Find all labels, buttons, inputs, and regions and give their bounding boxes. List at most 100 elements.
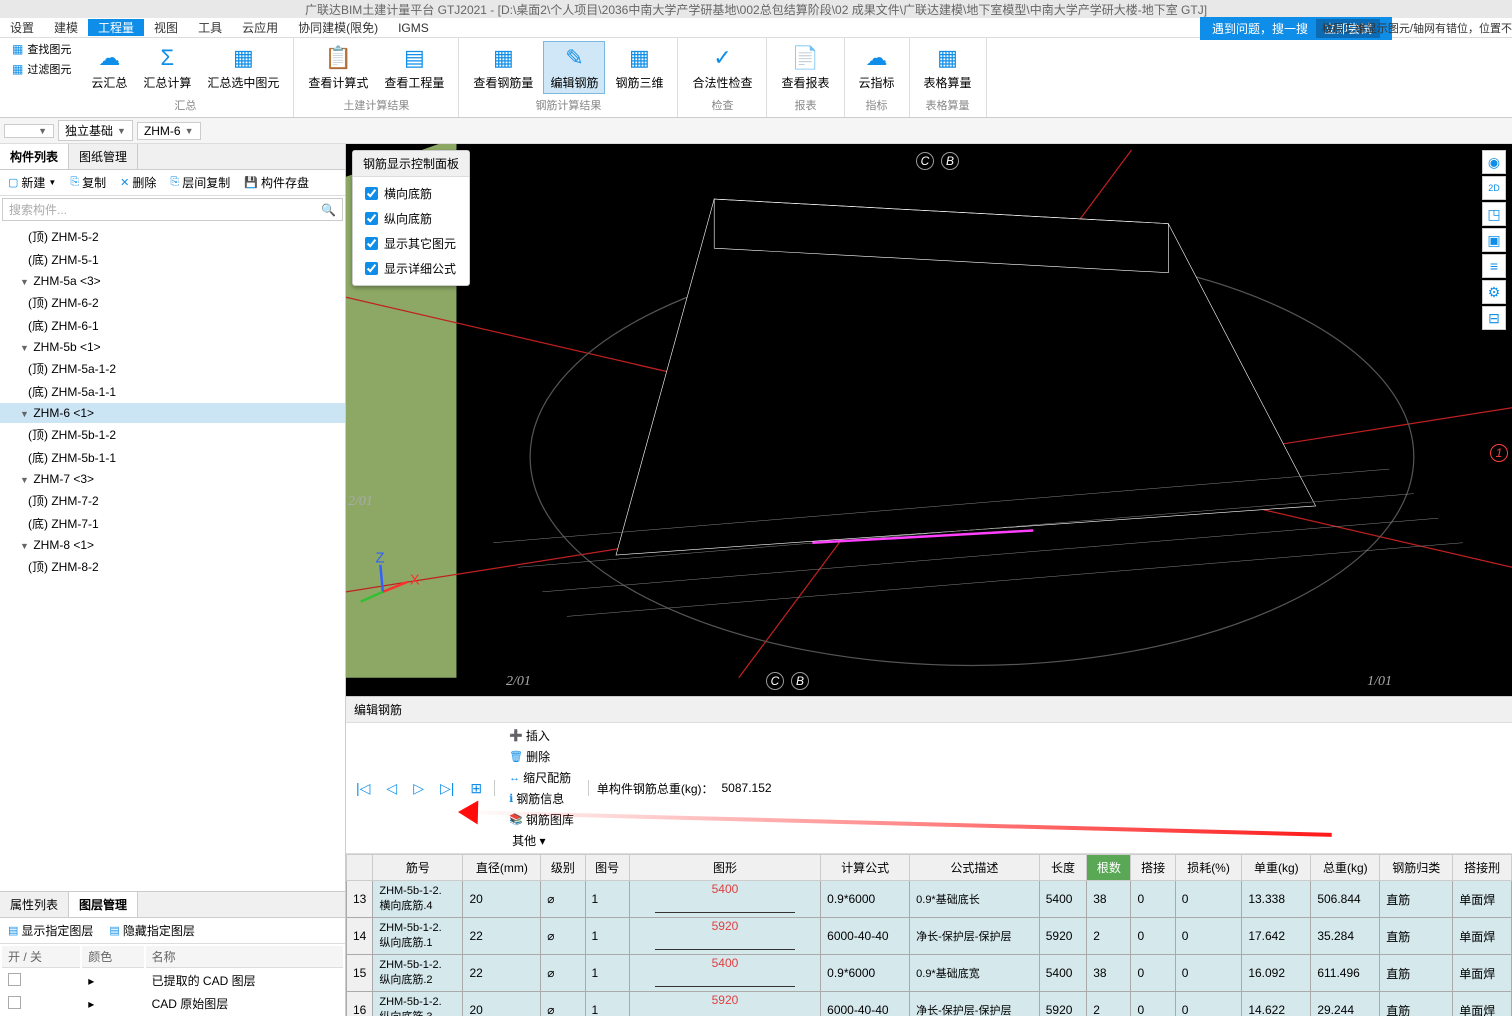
menu-7[interactable]: IGMS xyxy=(388,21,439,35)
rebar-tb-其他[interactable]: 其他 ▾ xyxy=(503,830,580,851)
rebar-header[interactable]: 计算公式 xyxy=(821,855,910,881)
menu-0[interactable]: 设置 xyxy=(0,19,44,36)
toolbar-btn-复制[interactable]: ⎘复制 xyxy=(64,172,112,193)
ribbon-btn-钢筋三维[interactable]: ▦钢筋三维 xyxy=(609,42,669,93)
rebar-header[interactable]: 图形 xyxy=(629,855,820,881)
rebar-tb-删除[interactable]: 🗑删除 xyxy=(503,746,580,767)
rebar-header[interactable]: 单重(kg) xyxy=(1242,855,1311,881)
toolbar-btn-层间复制[interactable]: ⎘层间复制 xyxy=(164,172,236,193)
rebar-header[interactable]: 损耗(%) xyxy=(1175,855,1242,881)
rebar-tb-钢筋图库[interactable]: 📚钢筋图库 xyxy=(503,809,580,830)
toolbar-btn-新建[interactable]: ▢新建 ▼ xyxy=(2,172,62,193)
tree-node[interactable]: (顶) ZHM-5a-1-2 xyxy=(0,357,345,380)
next-icon[interactable]: ▷ xyxy=(409,778,428,799)
ctrl-checkbox-item[interactable]: 显示详细公式 xyxy=(365,260,457,277)
bottom-tab-1[interactable]: 图层管理 xyxy=(69,892,138,917)
table-row[interactable]: 15ZHM-5b-1-2. 纵向底筋.222⌀154000.9*60000.9*… xyxy=(347,955,1512,992)
settings-icon[interactable]: ⚙ xyxy=(1482,280,1506,304)
ribbon-btn-云汇总[interactable]: ☁云汇总 xyxy=(85,42,133,93)
cube2-icon[interactable]: ▣ xyxy=(1482,228,1506,252)
checkbox[interactable] xyxy=(365,237,378,250)
ribbon-btn-汇总选中图元[interactable]: ▦汇总选中图元 xyxy=(201,42,285,93)
rebar-tb-缩尺配筋[interactable]: ↔缩尺配筋 xyxy=(503,767,580,788)
table-row[interactable]: 14ZHM-5b-1-2. 纵向底筋.122⌀159206000-40-40净长… xyxy=(347,918,1512,955)
last-icon[interactable]: ▷| xyxy=(436,778,458,799)
rebar-header[interactable]: 公式描述 xyxy=(910,855,1040,881)
tree-node[interactable]: ▼ ZHM-5b <1> xyxy=(0,337,345,357)
ctrl-checkbox-item[interactable]: 横向底筋 xyxy=(365,185,457,202)
cube-icon[interactable]: ◳ xyxy=(1482,202,1506,226)
view-2d-icon[interactable]: 2D xyxy=(1482,176,1506,200)
menu-1[interactable]: 建模 xyxy=(44,19,88,36)
rebar-header[interactable]: 总重(kg) xyxy=(1311,855,1380,881)
checkbox[interactable] xyxy=(365,212,378,225)
rebar-display-panel[interactable]: 钢筋显示控制面板 横向底筋纵向底筋显示其它图元显示详细公式 xyxy=(352,150,470,286)
menu-6[interactable]: 协同建模(限免) xyxy=(288,19,388,36)
add-icon[interactable]: ⊞ xyxy=(466,778,486,799)
combo-select[interactable]: ▼ xyxy=(4,124,54,138)
toolbar-btn-删除[interactable]: ✕删除 xyxy=(114,172,162,193)
toolbar-btn-构件存盘[interactable]: 💾构件存盘 xyxy=(238,172,315,193)
tree-node[interactable]: (顶) ZHM-5b-1-2 xyxy=(0,423,345,446)
tree-node[interactable]: (底) ZHM-6-1 xyxy=(0,314,345,337)
menu-5[interactable]: 云应用 xyxy=(232,19,288,36)
left-tab-1[interactable]: 图纸管理 xyxy=(69,144,138,169)
ribbon-small-btn[interactable]: ▦过滤图元 xyxy=(8,60,75,78)
component-tree[interactable]: (顶) ZHM-5-2(底) ZHM-5-1▼ ZHM-5a <3>(顶) ZH… xyxy=(0,223,345,891)
ribbon-btn-编辑钢筋[interactable]: ✎编辑钢筋 xyxy=(543,41,605,94)
rebar-header[interactable]: 搭接 xyxy=(1131,855,1175,881)
rebar-header[interactable]: 根数 xyxy=(1087,855,1131,881)
compass-icon[interactable]: ◉ xyxy=(1482,150,1506,174)
tree-node[interactable]: (顶) ZHM-8-2 xyxy=(0,555,345,578)
combo-select[interactable]: 独立基础▼ xyxy=(58,120,133,141)
ribbon-btn-查看工程量[interactable]: ▤查看工程量 xyxy=(378,42,450,93)
layer-toolbar-btn[interactable]: ▤显示指定图层 xyxy=(2,920,99,941)
bottom-tab-0[interactable]: 属性列表 xyxy=(0,892,69,917)
left-tab-0[interactable]: 构件列表 xyxy=(0,144,69,169)
tree-node[interactable]: (底) ZHM-7-1 xyxy=(0,512,345,535)
menu-2[interactable]: 工程量 xyxy=(88,19,144,36)
menu-3[interactable]: 视图 xyxy=(144,19,188,36)
rebar-header[interactable]: 图号 xyxy=(585,855,629,881)
rebar-header[interactable]: 搭接刑 xyxy=(1453,855,1512,881)
ribbon-small-btn[interactable]: ▦查找图元 xyxy=(8,40,75,58)
tree-node[interactable]: ▼ ZHM-8 <1> xyxy=(0,535,345,555)
minimize-icon[interactable]: ⊟ xyxy=(1482,306,1506,330)
checkbox[interactable] xyxy=(8,996,21,1009)
rebar-table[interactable]: 筋号直径(mm)级别图号图形计算公式公式描述长度根数搭接损耗(%)单重(kg)总… xyxy=(346,854,1512,1016)
ribbon-btn-查看报表[interactable]: 📄查看报表 xyxy=(775,42,835,93)
rebar-header[interactable]: 直径(mm) xyxy=(463,855,541,881)
ctrl-checkbox-item[interactable]: 显示其它图元 xyxy=(365,235,457,252)
search-input[interactable]: 搜索构件... 🔍 xyxy=(2,198,343,221)
rebar-header[interactable]: 筋号 xyxy=(373,855,463,881)
menu-4[interactable]: 工具 xyxy=(188,19,232,36)
layers-icon[interactable]: ≡ xyxy=(1482,254,1506,278)
ctrl-checkbox-item[interactable]: 纵向底筋 xyxy=(365,210,457,227)
3d-viewport[interactable]: X Z 钢筋显示控制面板 横向底筋纵向底筋显示其它图元显示详细公式 ◉ 2D ◳… xyxy=(346,144,1512,696)
rebar-header[interactable]: 长度 xyxy=(1039,855,1086,881)
ribbon-btn-云指标[interactable]: ☁云指标 xyxy=(853,42,901,93)
rebar-tb-钢筋信息[interactable]: ℹ钢筋信息 xyxy=(503,788,580,809)
table-row[interactable]: 16ZHM-5b-1-2. 纵向底筋.320⌀159206000-40-40净长… xyxy=(347,992,1512,1016)
first-icon[interactable]: |◁ xyxy=(352,778,374,799)
checkbox[interactable] xyxy=(365,187,378,200)
prev-icon[interactable]: ◁ xyxy=(382,778,401,799)
ribbon-btn-查看钢筋量[interactable]: ▦查看钢筋量 xyxy=(467,42,539,93)
checkbox[interactable] xyxy=(8,973,21,986)
ribbon-btn-汇总计算[interactable]: Σ汇总计算 xyxy=(137,42,197,93)
layer-name[interactable]: 已提取的 CAD 图层 xyxy=(146,970,343,991)
table-row[interactable]: 13ZHM-5b-1-2. 横向底筋.420⌀154000.9*60000.9*… xyxy=(347,881,1512,918)
layer-toolbar-btn[interactable]: ▤隐藏指定图层 xyxy=(103,920,200,941)
rebar-tb-插入[interactable]: ➕插入 xyxy=(503,725,580,746)
tree-node[interactable]: (底) ZHM-5-1 xyxy=(0,248,345,271)
tree-node[interactable]: (顶) ZHM-5-2 xyxy=(0,225,345,248)
tree-node[interactable]: ▼ ZHM-7 <3> xyxy=(0,469,345,489)
ribbon-btn-表格算量[interactable]: ▦表格算量 xyxy=(918,42,978,93)
tree-node[interactable]: ▼ ZHM-5a <3> xyxy=(0,271,345,291)
tree-node[interactable]: (顶) ZHM-6-2 xyxy=(0,291,345,314)
rebar-header[interactable]: 级别 xyxy=(541,855,585,881)
ribbon-btn-查看计算式[interactable]: 📋查看计算式 xyxy=(302,42,374,93)
combo-select[interactable]: ZHM-6▼ xyxy=(137,122,201,140)
tree-node[interactable]: (顶) ZHM-7-2 xyxy=(0,489,345,512)
tree-node[interactable]: (底) ZHM-5b-1-1 xyxy=(0,446,345,469)
